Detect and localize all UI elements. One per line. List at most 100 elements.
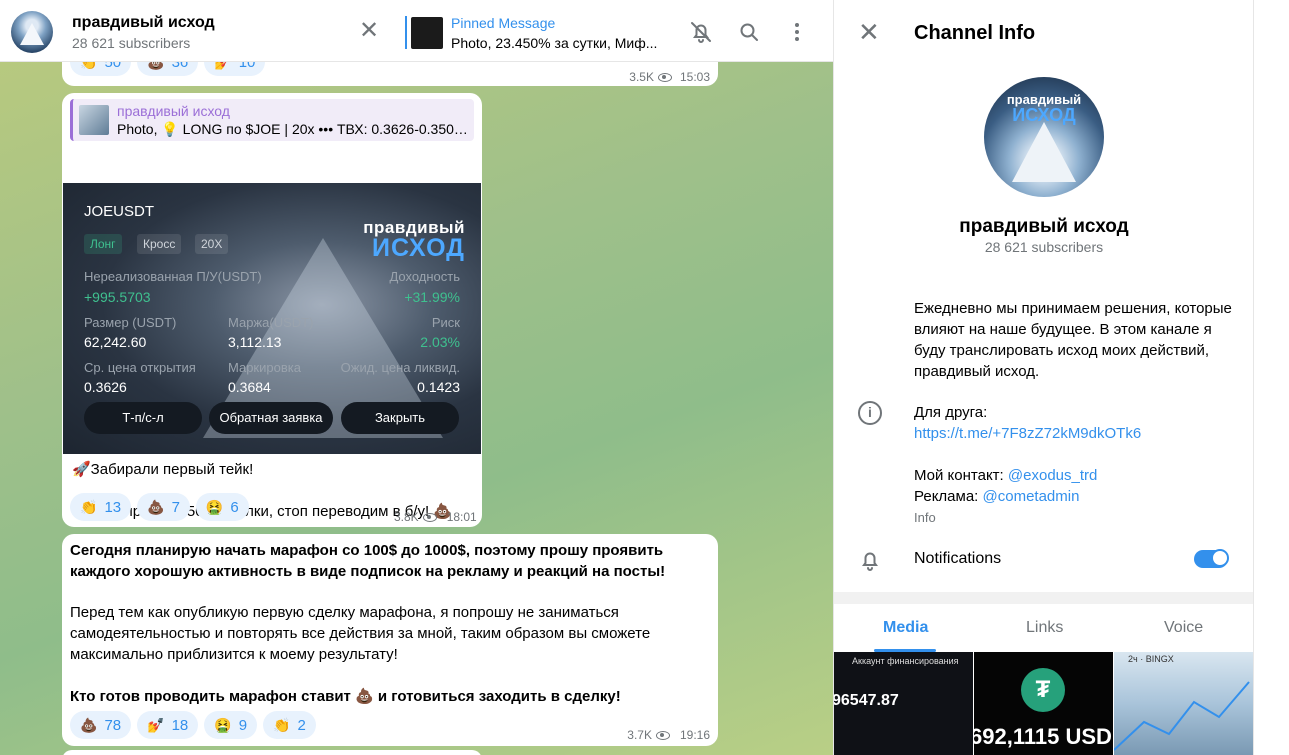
reactions-row: 💩 78 💅 18 🤮 9 👏 2: [70, 711, 316, 739]
info-caption: Info: [914, 510, 936, 525]
trade-screenshot[interactable]: JOEUSDT Лонг Кросс 20X правдивый ИСХОД Н…: [63, 183, 481, 454]
message-meta: 3.5K 15:03: [629, 70, 710, 84]
clap-icon: 👏: [80, 498, 98, 515]
channel-info-panel: ✕ Channel Info правдивый ИСХОД правдивый…: [833, 0, 1254, 755]
reply-text: Photo, 💡 LONG по $JOE | 20x ••• ТВХ: 0.3…: [117, 121, 469, 137]
reaction-chip[interactable]: 💩 78: [70, 711, 132, 739]
media-thumbnail[interactable]: Аккаунт финансирования 96547.87: [834, 652, 973, 755]
reaction-count: 18: [171, 716, 189, 734]
reaction-chip[interactable]: 👏 13: [70, 493, 132, 521]
channel-avatar-large[interactable]: правдивый ИСХОД: [984, 77, 1104, 197]
message-bubble[interactable]: [62, 750, 482, 755]
tpsl-button: Т-п/с-л: [84, 402, 202, 434]
bell-off-icon[interactable]: [689, 20, 713, 44]
size-value: 62,242.60: [84, 334, 147, 350]
message-bubble[interactable]: 👏 50 💩 36 💅 10 3.5K 15:03: [62, 62, 718, 86]
media-value: 692,1115 USD: [974, 724, 1112, 749]
message-paragraph-3: Кто готов проводить марафон ставит 💩 и г…: [70, 688, 621, 705]
yield-value: +31.99%: [404, 289, 460, 305]
channel-logo: правдивый ИСХОД: [349, 219, 465, 261]
reaction-count: 78: [104, 716, 122, 734]
clap-icon: 👏: [273, 716, 291, 733]
message-time: 19:16: [679, 728, 710, 742]
liquidation-value: 0.1423: [417, 379, 460, 395]
eye-icon: [422, 512, 437, 522]
info-icon: i: [858, 401, 882, 425]
nail-polish-icon: 💅: [214, 62, 231, 71]
vomit-icon: 🤮: [214, 716, 232, 733]
close-icon[interactable]: ✕: [858, 19, 880, 45]
message-time: 18:01: [446, 510, 477, 524]
media-tabs: Media Links Voice: [834, 604, 1254, 652]
unrealized-label: Нереализованная П/У(USDT): [84, 269, 262, 284]
mark-price-value: 0.3684: [228, 379, 271, 395]
tag-long: Лонг: [84, 234, 122, 254]
entry-price-value: 0.3626: [84, 379, 127, 395]
reaction-chip[interactable]: 💅 18: [137, 711, 199, 739]
reaction-count: 7: [171, 498, 180, 516]
channel-description: Ежедневно мы принимаем решения, которые …: [914, 300, 1232, 380]
channel-avatar[interactable]: [11, 11, 53, 53]
reaction-chip[interactable]: 👏 2: [263, 711, 316, 739]
margin-label: Маржа(USDT): [228, 315, 314, 330]
reaction-chip[interactable]: 🤮 9: [204, 711, 258, 739]
mark-price-label: Маркировка: [228, 360, 301, 375]
risk-value: 2.03%: [420, 334, 460, 350]
reaction-chip[interactable]: 💩 7: [137, 493, 190, 521]
contact-link[interactable]: @exodus_trd: [1008, 467, 1097, 484]
notifications-toggle[interactable]: [1194, 549, 1229, 568]
risk-label: Риск: [431, 315, 460, 330]
channel-title[interactable]: правдивый исход: [72, 14, 215, 32]
reply-thumbnail: [79, 105, 109, 135]
poop-icon: 💩: [147, 62, 164, 71]
reaction-chip[interactable]: 💅 10: [204, 62, 266, 76]
media-thumbnail[interactable]: 2ч · BINGX: [1114, 652, 1253, 755]
reaction-chip[interactable]: 👏 50: [70, 62, 132, 76]
poop-icon: 💩: [147, 498, 165, 515]
search-icon[interactable]: [737, 20, 761, 44]
channel-subscribers: 28 621 subscribers: [984, 239, 1104, 255]
pinned-message-text[interactable]: Photo, 23.450% за сутки, Миф...: [451, 35, 661, 51]
liquidation-label: Ожид. цена ликвид.: [340, 360, 460, 375]
message-bubble[interactable]: Сегодня планирую начать марафон со 100$ …: [62, 534, 718, 746]
reaction-chip[interactable]: 💩 36: [137, 62, 199, 76]
pinned-thumbnail[interactable]: [411, 17, 443, 49]
channel-name: правдивый исход: [959, 216, 1129, 237]
pinned-indicator: [405, 16, 407, 49]
reaction-chip[interactable]: 🤮 6: [195, 493, 249, 521]
tether-icon: ₮: [1021, 668, 1065, 712]
bell-icon: [862, 552, 878, 571]
yield-label: Доходность: [389, 269, 460, 284]
invite-link[interactable]: https://t.me/+7F8zZ72kM9dkOTk6: [914, 423, 1141, 444]
reverse-order-button: Обратная заявка: [209, 402, 333, 434]
channel-subscribers: 28 621 subscribers: [72, 35, 191, 51]
pinned-message-label[interactable]: Pinned Message: [451, 15, 555, 31]
ads-label: Реклама:: [914, 488, 979, 505]
more-vert-icon[interactable]: [785, 20, 809, 44]
message-text-line1: 🚀Забирали первый тейк!: [72, 461, 254, 478]
tab-links[interactable]: Links: [1026, 619, 1063, 637]
margin-value: 3,112.13: [228, 334, 282, 350]
panel-title: Channel Info: [914, 22, 1036, 44]
reaction-count: 2: [297, 716, 306, 734]
tag-cross: Кросс: [137, 234, 182, 254]
tab-voice[interactable]: Voice: [1164, 619, 1203, 637]
section-divider: [834, 592, 1254, 604]
close-icon[interactable]: ✕: [358, 19, 380, 43]
chat-area[interactable]: 👏 50 💩 36 💅 10 3.5K 15:03 правдивый исход P…: [0, 62, 833, 755]
message-bubble[interactable]: правдивый исход Photo, 💡 LONG по $JOE | …: [62, 93, 482, 527]
reaction-count: 10: [238, 62, 256, 71]
reactions-row: 👏 50 💩 36 💅 10: [70, 62, 266, 76]
media-thumbnail[interactable]: ₮ 692,1115 USD: [974, 652, 1113, 755]
reply-preview[interactable]: правдивый исход Photo, 💡 LONG по $JOE | …: [70, 99, 474, 141]
eye-icon: [655, 730, 670, 740]
media-caption: 2ч · BINGX: [1128, 654, 1174, 664]
tab-media[interactable]: Media: [883, 619, 928, 637]
message-time: 15:03: [679, 70, 710, 84]
media-caption: Аккаунт финансирования: [852, 656, 959, 666]
contact-label: Мой контакт:: [914, 467, 1004, 484]
view-count: 3.7K: [627, 728, 652, 742]
ads-link[interactable]: @cometadmin: [983, 488, 1080, 505]
entry-price-label: Ср. цена открытия: [84, 360, 196, 375]
unrealized-value: +995.5703: [84, 289, 151, 305]
